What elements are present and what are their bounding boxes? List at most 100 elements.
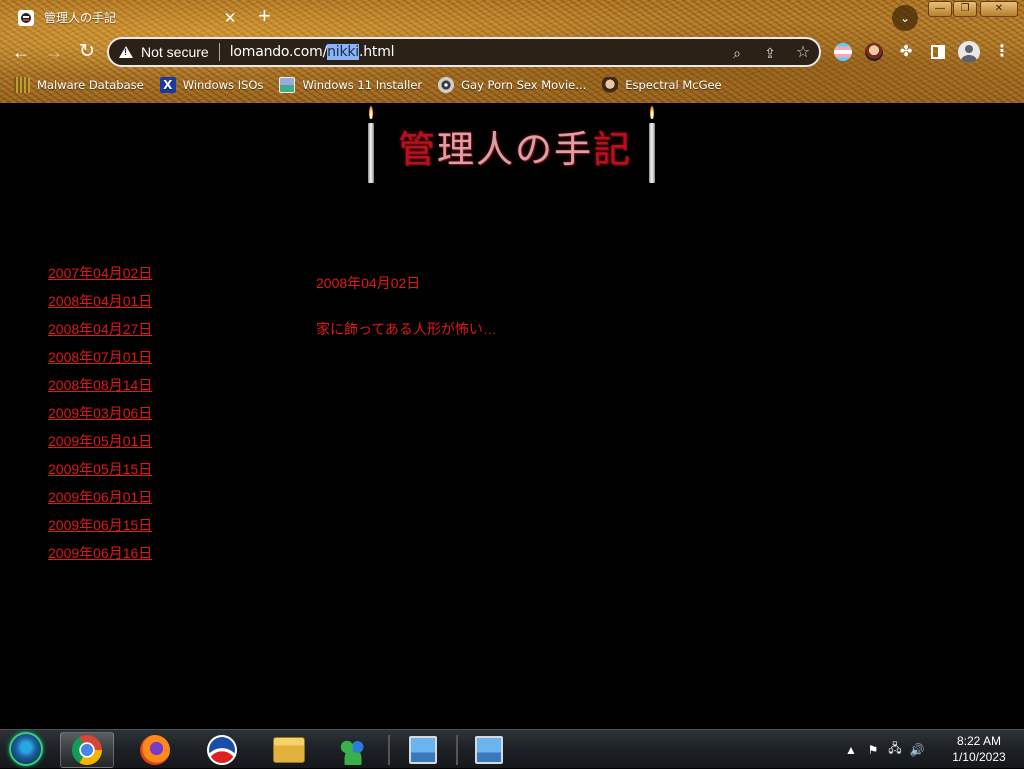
- taskbar-divider: [388, 735, 390, 765]
- clock[interactable]: 8:22 AM 1/10/2023: [942, 733, 1016, 765]
- site-title-last-char: 記: [593, 128, 632, 171]
- tab-title: 管理人の手記: [44, 11, 117, 25]
- entry-date: 2008年04月02日: [316, 275, 421, 291]
- list-item: 2008年08月14日: [48, 375, 152, 403]
- site-title-first-char: 管: [398, 128, 437, 171]
- chrome-icon: [72, 735, 102, 765]
- address-bar[interactable]: Not secure lomando.com/nikki.html ⌕ ⇪ ☆: [107, 37, 821, 67]
- list-item: 2009年05月01日: [48, 431, 152, 459]
- taskbar-chrome[interactable]: [60, 732, 114, 768]
- browser-toolbar: ← → ↻ Not secure lomando.com/nikki.html …: [0, 36, 1024, 68]
- site-title: 管理人の手記: [398, 119, 632, 173]
- clock-time: 8:22 AM: [956, 734, 1002, 748]
- list-item: 2009年06月15日: [48, 515, 152, 543]
- site-header-banner: 管理人の手記: [364, 103, 664, 187]
- remote-desktop-icon: [409, 736, 437, 764]
- url-selection: nikki: [327, 44, 359, 60]
- taskbar-firefox[interactable]: [128, 732, 182, 768]
- candle-right-icon: [649, 106, 655, 183]
- archive-link[interactable]: 2007年04月02日: [48, 265, 152, 281]
- web-page: 管理人の手記 2007年04月02日 2008年04月01日 2008年04月2…: [0, 103, 1024, 729]
- archive-link[interactable]: 2008年07月01日: [48, 349, 152, 365]
- forward-button[interactable]: →: [41, 39, 67, 65]
- taskbar-obama[interactable]: [195, 732, 249, 768]
- list-item: 2009年06月01日: [48, 487, 152, 515]
- warning-icon[interactable]: [119, 46, 133, 58]
- taskbar-remote-desktop-1[interactable]: [396, 732, 450, 768]
- profile-avatar-icon[interactable]: [958, 41, 980, 63]
- bookmark-windows-11-installer[interactable]: Windows 11 Installer: [279, 77, 422, 93]
- back-button[interactable]: ←: [8, 39, 34, 65]
- entry-body: 家に飾ってある人形が怖い…: [316, 321, 497, 337]
- list-item: 2008年04月01日: [48, 291, 152, 319]
- site-title-middle: 理人の手: [437, 128, 593, 171]
- window-minimize-button[interactable]: —: [928, 1, 952, 17]
- security-status[interactable]: Not secure: [141, 44, 209, 60]
- extension-flag-icon[interactable]: [832, 41, 854, 63]
- window-restore-button[interactable]: ❐: [953, 1, 977, 17]
- face-icon: [602, 77, 619, 93]
- volume-icon[interactable]: 🔊: [906, 743, 928, 757]
- archive-link[interactable]: 2009年06月15日: [48, 517, 152, 533]
- archive-link[interactable]: 2008年04月27日: [48, 321, 152, 337]
- search-icon[interactable]: ⌕: [727, 43, 747, 63]
- list-item: 2007年04月02日: [48, 263, 152, 291]
- system-tray: ▲ ⚑ 🖧 🔊: [840, 730, 928, 769]
- new-tab-button[interactable]: +: [258, 5, 271, 27]
- list-item: 2009年05月15日: [48, 459, 152, 487]
- extension-avatar-icon[interactable]: [863, 41, 885, 63]
- bookmark-label: Windows ISOs: [182, 78, 264, 92]
- remote-desktop-icon: [475, 736, 503, 764]
- action-center-flag-icon[interactable]: ⚑: [862, 743, 884, 757]
- side-panel-icon[interactable]: [927, 41, 949, 63]
- omnibox-divider: [218, 43, 220, 61]
- taskbar-remote-desktop-2[interactable]: [462, 732, 516, 768]
- image-icon: [279, 77, 296, 93]
- archive-link[interactable]: 2008年08月14日: [48, 377, 152, 393]
- url-prefix: lomando.com/: [229, 44, 328, 60]
- archive-link[interactable]: 2009年05月15日: [48, 461, 152, 477]
- archive-link[interactable]: 2009年03月06日: [48, 405, 152, 421]
- browser-menu-icon[interactable]: ⋮: [991, 41, 1013, 63]
- extensions-puzzle-icon[interactable]: ✤: [895, 41, 917, 63]
- messenger-icon: [338, 735, 368, 765]
- diary-entry: 2008年04月02日 家に飾ってある人形が怖い…: [316, 273, 497, 339]
- folder-icon: [273, 737, 305, 763]
- bookmark-label: Gay Porn Sex Movie...: [461, 78, 587, 92]
- archive-link[interactable]: 2008年04月01日: [48, 293, 152, 309]
- bookmark-label: Malware Database: [37, 78, 144, 92]
- show-hidden-icons-icon[interactable]: ▲: [840, 743, 862, 757]
- url-text[interactable]: lomando.com/nikki.html: [230, 44, 395, 60]
- archive-link[interactable]: 2009年06月16日: [48, 545, 152, 561]
- url-suffix: .html: [359, 44, 395, 60]
- disc-icon: [438, 77, 455, 93]
- archive-link[interactable]: 2009年05月01日: [48, 433, 152, 449]
- tab-search-button[interactable]: ⌄: [892, 5, 918, 31]
- list-item: 2008年04月27日: [48, 319, 152, 347]
- bookmark-movie[interactable]: Gay Porn Sex Movie...: [438, 77, 586, 93]
- tab-close-icon[interactable]: ✕: [222, 9, 238, 27]
- taskbar-explorer[interactable]: [262, 732, 316, 768]
- obama-logo-icon: [207, 735, 237, 765]
- bookmark-star-icon[interactable]: ☆: [793, 43, 813, 63]
- reload-button[interactable]: ↻: [74, 39, 100, 65]
- firefox-icon: [140, 735, 170, 765]
- archive-link[interactable]: 2009年06月01日: [48, 489, 152, 505]
- bookmark-espectral-mcgee[interactable]: Espectral McGee: [602, 77, 722, 93]
- malware-icon: [14, 77, 30, 93]
- window-close-button[interactable]: ✕: [980, 1, 1018, 17]
- taskbar: ▲ ⚑ 🖧 🔊 8:22 AM 1/10/2023: [0, 729, 1024, 768]
- taskbar-messenger[interactable]: [326, 732, 380, 768]
- bookmarks-bar: Malware Database X Windows ISOs Windows …: [0, 72, 1024, 98]
- network-icon[interactable]: 🖧: [884, 739, 906, 760]
- clock-date: 1/10/2023: [952, 750, 1006, 764]
- x-icon: X: [159, 77, 176, 93]
- bookmark-malware-database[interactable]: Malware Database: [14, 77, 144, 93]
- share-icon[interactable]: ⇪: [760, 43, 780, 63]
- bookmark-windows-isos[interactable]: X Windows ISOs: [159, 77, 264, 93]
- browser-tab[interactable]: 管理人の手記 ✕: [8, 2, 248, 33]
- archive-list: 2007年04月02日 2008年04月01日 2008年04月27日 2008…: [48, 263, 152, 571]
- list-item: 2009年03月06日: [48, 403, 152, 431]
- start-button[interactable]: [6, 731, 46, 768]
- bookmark-label: Windows 11 Installer: [302, 78, 423, 92]
